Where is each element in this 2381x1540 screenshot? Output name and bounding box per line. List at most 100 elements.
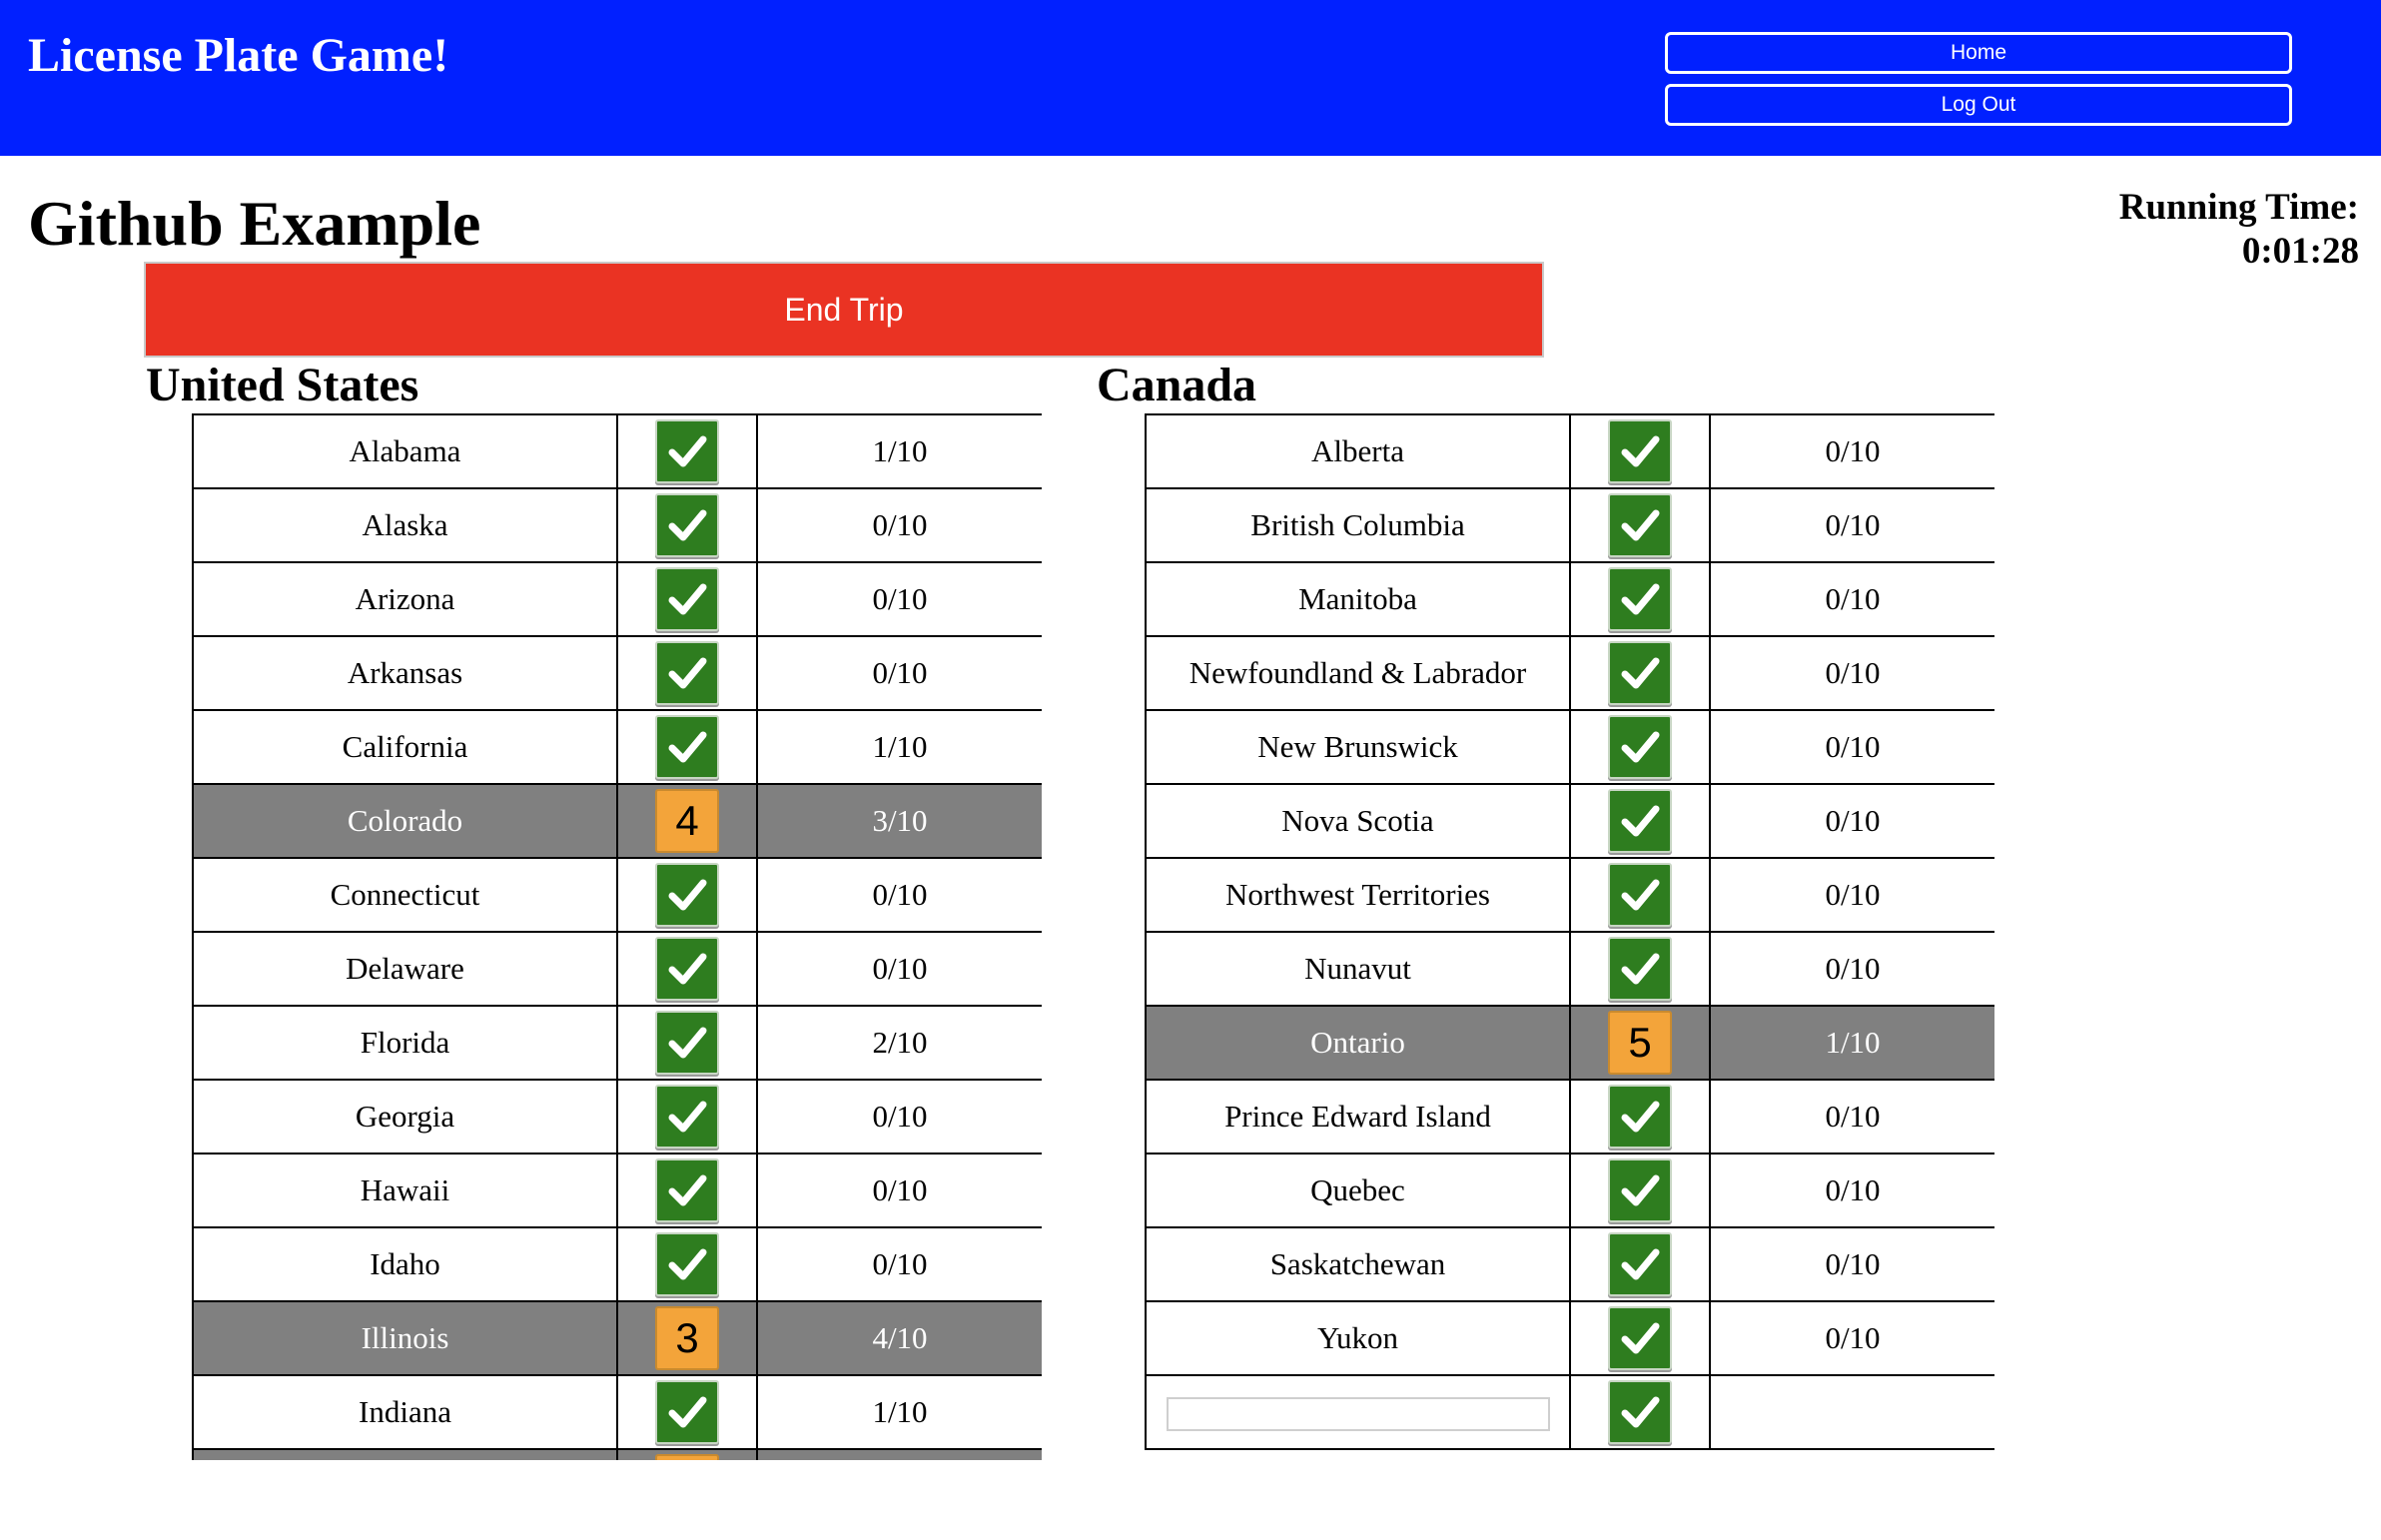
checkmark-icon[interactable] xyxy=(655,715,719,779)
spotted-cell xyxy=(1569,709,1711,785)
spotted-cell xyxy=(616,1448,758,1460)
region-count: 0/10 xyxy=(872,581,928,616)
region-name-cell: Manitoba xyxy=(1145,561,1571,637)
region-name-cell: Connecticut xyxy=(192,857,618,933)
canada-plate-table: Alberta 0/10 British Columbia 0/10 Manitoba 0… xyxy=(1145,413,1994,1450)
log-out-button[interactable]: Log Out xyxy=(1665,84,2292,126)
checkmark-icon[interactable] xyxy=(655,493,719,557)
checkmark-icon[interactable] xyxy=(655,937,719,1001)
running-time-label: Running Time: xyxy=(2118,187,2359,228)
table-row: Connecticut 0/10 xyxy=(192,857,1042,933)
checkmark-icon[interactable] xyxy=(655,641,719,705)
count-cell: 0/10 xyxy=(756,561,1042,637)
region-name: Alabama xyxy=(349,433,461,468)
region-count: 0/10 xyxy=(1825,1320,1881,1355)
checkmark-icon[interactable] xyxy=(655,1380,719,1444)
add-region-input[interactable] xyxy=(1166,1396,1550,1431)
checkmark-icon[interactable] xyxy=(1608,419,1672,483)
region-name: Prince Edward Island xyxy=(1224,1099,1491,1134)
spot-count-badge[interactable] xyxy=(655,1454,719,1460)
region-name-cell: Yukon xyxy=(1145,1300,1571,1376)
region-name: Saskatchewan xyxy=(1269,1246,1446,1281)
region-name: Alaska xyxy=(362,507,448,542)
checkmark-icon[interactable] xyxy=(655,1232,719,1296)
region-name: Idaho xyxy=(370,1246,440,1281)
checkmark-icon[interactable] xyxy=(1608,789,1672,853)
region-name-cell: Quebec xyxy=(1145,1153,1571,1228)
count-cell: 0/10 xyxy=(1709,1300,1994,1376)
spotted-cell xyxy=(616,931,758,1007)
end-trip-button[interactable]: End Trip xyxy=(144,262,1544,358)
app-title: License Plate Game! xyxy=(28,29,449,82)
region-name: Manitoba xyxy=(1298,581,1417,616)
region-name-cell: New Brunswick xyxy=(1145,709,1571,785)
count-cell: 0/10 xyxy=(1709,857,1994,933)
checkmark-icon[interactable] xyxy=(1608,1380,1672,1444)
checkmark-icon[interactable] xyxy=(1608,937,1672,1001)
table-row: Nova Scotia 0/10 xyxy=(1145,783,1994,859)
count-cell: 0/10 xyxy=(756,635,1042,711)
spot-count-badge[interactable]: 4 xyxy=(655,789,719,853)
checkmark-icon[interactable] xyxy=(655,419,719,483)
region-name-cell: Nova Scotia xyxy=(1145,783,1571,859)
spotted-cell: 4 xyxy=(616,783,758,859)
top-nav-bar: License Plate Game! Home Log Out xyxy=(0,0,2381,156)
region-name: Florida xyxy=(360,1025,450,1060)
count-cell: 0/10 xyxy=(1709,1153,1994,1228)
region-name: Arkansas xyxy=(347,655,463,690)
checkmark-icon[interactable] xyxy=(1608,715,1672,779)
spotted-cell xyxy=(1569,1374,1711,1450)
region-name-cell: Florida xyxy=(192,1005,618,1081)
spotted-cell xyxy=(616,709,758,785)
checkmark-icon[interactable] xyxy=(655,863,719,927)
spot-count-badge[interactable]: 5 xyxy=(1608,1011,1672,1075)
region-count: 0/10 xyxy=(872,1099,928,1134)
region-count: 0/10 xyxy=(1825,1172,1881,1207)
canada-table-container: Alberta 0/10 British Columbia 0/10 Manitoba 0… xyxy=(1145,413,1994,1450)
count-cell: 1/10 xyxy=(1709,1005,1994,1081)
count-cell xyxy=(756,1448,1042,1460)
checkmark-icon[interactable] xyxy=(1608,641,1672,705)
spotted-cell xyxy=(1569,413,1711,489)
count-cell: 0/10 xyxy=(1709,1079,1994,1155)
count-cell: 1/10 xyxy=(756,1374,1042,1450)
checkmark-icon[interactable] xyxy=(655,567,719,631)
checkmark-icon[interactable] xyxy=(1608,1085,1672,1149)
spotted-cell xyxy=(616,561,758,637)
count-cell: 0/10 xyxy=(1709,561,1994,637)
table-row: California 1/10 xyxy=(192,709,1042,785)
region-count: 0/10 xyxy=(1825,581,1881,616)
checkmark-icon[interactable] xyxy=(655,1085,719,1149)
region-name-cell: Illinois xyxy=(192,1300,618,1376)
count-cell xyxy=(1709,1374,1994,1450)
checkmark-icon[interactable] xyxy=(1608,567,1672,631)
table-row: British Columbia 0/10 xyxy=(1145,487,1994,563)
count-cell: 0/10 xyxy=(756,1226,1042,1302)
region-count: 1/10 xyxy=(1825,1025,1881,1060)
home-button[interactable]: Home xyxy=(1665,32,2292,74)
checkmark-icon[interactable] xyxy=(1608,493,1672,557)
checkmark-icon[interactable] xyxy=(1608,1158,1672,1222)
trip-title: Github Example xyxy=(28,188,481,259)
table-row: Arizona 0/10 xyxy=(192,561,1042,637)
spotted-cell xyxy=(1569,783,1711,859)
spotted-cell xyxy=(1569,1153,1711,1228)
region-name-cell: Alberta xyxy=(1145,413,1571,489)
checkmark-icon[interactable] xyxy=(1608,1306,1672,1370)
checkmark-icon[interactable] xyxy=(655,1011,719,1075)
region-name-cell: Arkansas xyxy=(192,635,618,711)
region-count: 0/10 xyxy=(1825,1246,1881,1281)
region-name: Illinois xyxy=(361,1320,449,1355)
region-count: 1/10 xyxy=(872,1394,928,1429)
spotted-cell xyxy=(616,1005,758,1081)
region-count: 0/10 xyxy=(1825,729,1881,764)
region-name: Colorado xyxy=(347,803,463,838)
checkmark-icon[interactable] xyxy=(655,1158,719,1222)
spot-count-badge[interactable]: 3 xyxy=(655,1306,719,1370)
region-name-cell: Newfoundland & Labrador xyxy=(1145,635,1571,711)
region-count: 4/10 xyxy=(872,1320,928,1355)
checkmark-icon[interactable] xyxy=(1608,863,1672,927)
checkmark-icon[interactable] xyxy=(1608,1232,1672,1296)
region-name: Alberta xyxy=(1311,433,1404,468)
region-name-cell: Prince Edward Island xyxy=(1145,1079,1571,1155)
